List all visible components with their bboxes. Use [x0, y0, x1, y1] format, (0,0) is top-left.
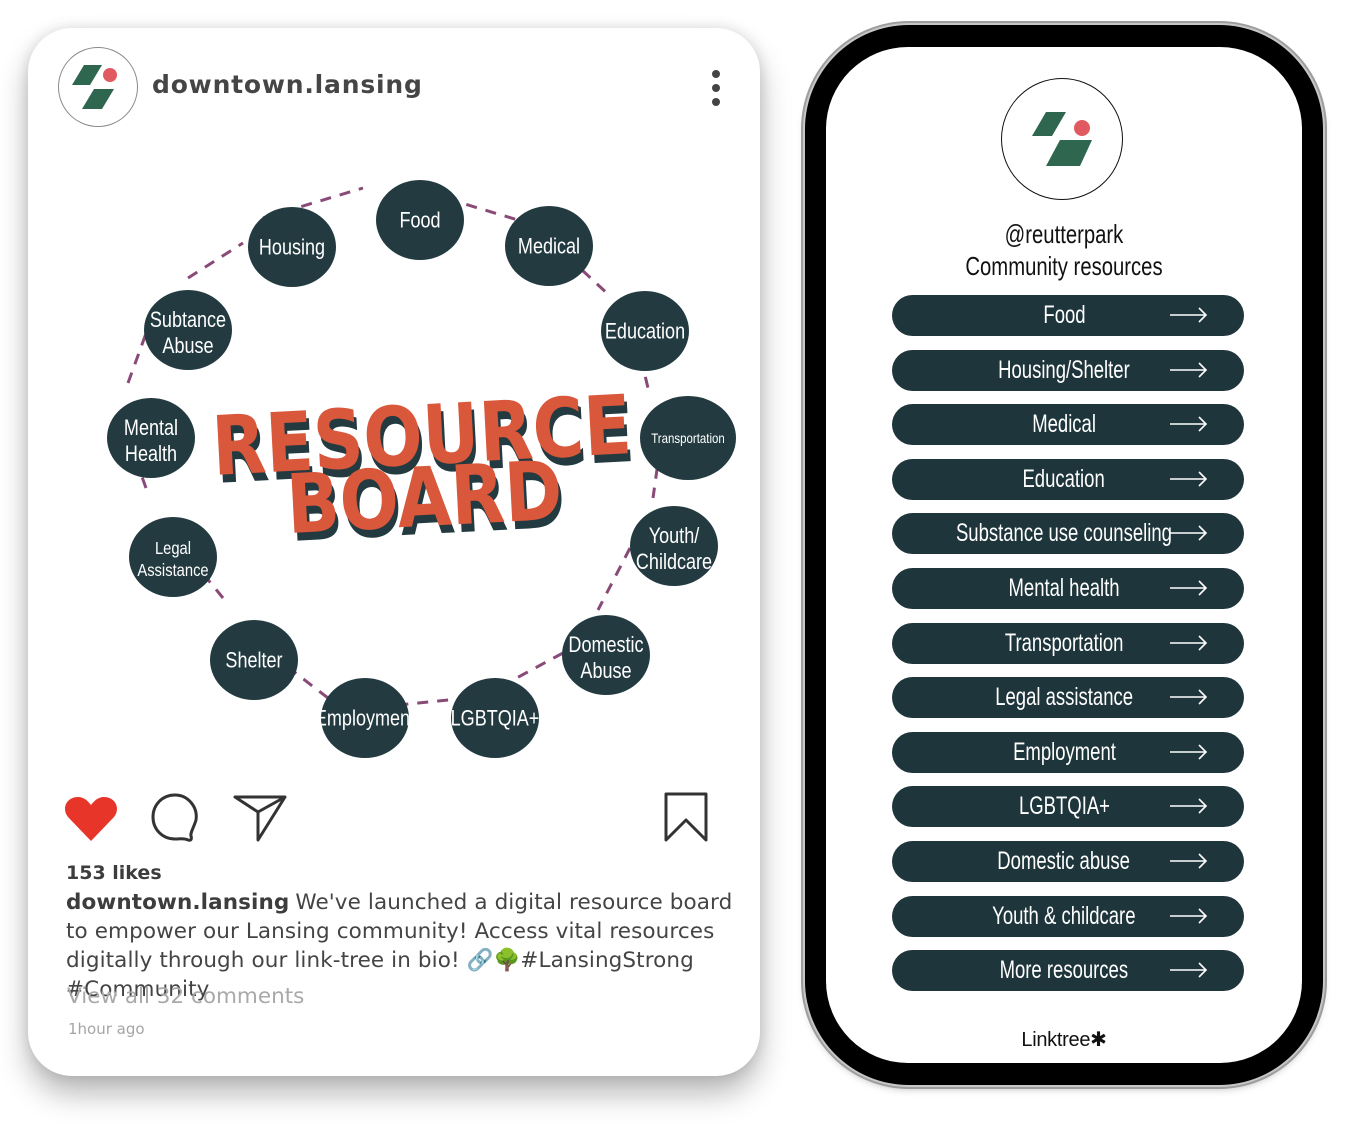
arrow-right-icon — [1170, 362, 1208, 378]
bubble-label: Housing — [259, 236, 325, 260]
linktree-button[interactable]: Mental health — [892, 567, 1244, 609]
arrow-right-icon — [1170, 416, 1208, 432]
bubble-label: Youth/ — [649, 524, 700, 548]
linktree-subtitle: Community resources — [965, 251, 1163, 281]
linktree-logo[interactable]: Linktree✱ — [826, 1027, 1302, 1052]
linktree-button[interactable]: Domestic abuse — [892, 840, 1244, 882]
resource-bubble: MentalHealth — [107, 398, 195, 478]
bubble-label: Subtance — [150, 308, 226, 332]
bubble-label: Assistance — [137, 561, 208, 581]
linktree-button[interactable]: Transportation — [892, 622, 1244, 664]
linktree-button[interactable]: Legal assistance — [892, 677, 1244, 719]
linktree-button[interactable]: Medical — [892, 404, 1244, 446]
view-comments-link[interactable]: View all 32 comments — [67, 984, 304, 1009]
bubble-label: Abuse — [580, 659, 631, 683]
arrow-right-icon — [1170, 689, 1208, 705]
bubble-label: Legal — [155, 539, 191, 559]
like-count: 153 likes — [66, 862, 162, 884]
linktree-button-label: Medical — [1032, 410, 1096, 439]
comment-bubble-icon[interactable] — [150, 792, 200, 844]
resource-bubble: SubtanceAbuse — [144, 290, 232, 370]
heart-filled-icon[interactable] — [64, 795, 118, 843]
title-line2: BOARD — [284, 442, 565, 552]
arrow-right-icon — [1170, 634, 1208, 651]
caption-username[interactable]: downtown.lansing — [66, 890, 289, 915]
bubble-label: Medical — [518, 235, 580, 259]
linktree-button-label: Food — [1042, 301, 1086, 329]
bubble-label: Education — [605, 320, 685, 344]
bookmark-icon[interactable] — [662, 790, 710, 844]
linktree-handle: @reutterpark — [1004, 219, 1124, 249]
bubble-label: Childcare — [636, 550, 712, 574]
arrow-right-icon — [1170, 744, 1208, 760]
linktree-button-label: Education — [1022, 464, 1106, 493]
arrow-right-icon — [1170, 580, 1208, 596]
bubble-label: Shelter — [225, 649, 282, 673]
linktree-button-label: Employment — [1012, 737, 1116, 766]
linktree-button[interactable]: More resources — [892, 950, 1244, 992]
resource-bubble: Education — [601, 291, 689, 371]
bubble-label: LGBTQIA+ — [451, 707, 540, 731]
bubble-label: Domestic — [568, 633, 643, 657]
linktree-button-label: Housing/Shelter — [998, 355, 1130, 384]
bubble-label: Transportation — [651, 430, 725, 446]
bubble-label: Food — [399, 209, 440, 233]
resource-bubble: Medical — [505, 206, 593, 286]
arrow-right-icon — [1170, 962, 1208, 978]
post-actions — [64, 790, 724, 846]
arrow-right-icon — [1170, 853, 1208, 869]
bubble-label: Mental — [124, 416, 178, 440]
linktree-button[interactable]: Youth & childcare — [892, 895, 1244, 937]
linktree-button-label: Mental health — [1008, 573, 1120, 602]
post-timestamp: 1hour ago — [68, 1020, 145, 1038]
arrow-right-icon — [1170, 307, 1208, 323]
resource-bubble: LGBTQIA+ — [451, 678, 540, 758]
linktree-button[interactable]: LGBTQIA+ — [892, 786, 1244, 828]
linktree-button-label: More resources — [999, 956, 1129, 985]
linktree-button[interactable]: Housing/Shelter — [892, 349, 1244, 391]
arrow-right-icon — [1170, 907, 1208, 924]
linktree-button-label: Domestic abuse — [997, 846, 1131, 875]
resource-bubble: Housing — [248, 207, 336, 287]
resource-bubble: Food — [376, 180, 464, 260]
linktree-screen: @reutterpark Community resources Food Hou… — [826, 47, 1302, 1063]
arrow-right-icon — [1170, 525, 1208, 541]
resource-bubble: Transportation — [640, 396, 736, 480]
resource-board-graphic: Food Medical Education Transportation Youth/… — [107, 180, 736, 758]
arrow-right-icon — [1170, 471, 1208, 487]
resource-bubble: Shelter — [210, 620, 298, 700]
paper-plane-icon[interactable] — [232, 794, 288, 842]
bubble-label: Employment — [315, 707, 416, 731]
linktree-button-label: LGBTQIA+ — [1018, 792, 1110, 821]
linktree-button-label: Legal assistance — [995, 683, 1133, 712]
linktree-button-label: Youth & childcare — [992, 901, 1136, 930]
resource-board-title: RESOURCE RESOURCE BOARD BOARD — [210, 377, 637, 561]
logo-icon — [1032, 112, 1092, 166]
linktree-button-list: Food Housing/Shelter Medical Education Subst… — [892, 295, 1246, 1005]
resource-bubble: DomesticAbuse — [562, 615, 650, 695]
linktree-button[interactable]: Substance use counseling — [892, 513, 1244, 555]
linktree-avatar — [1001, 78, 1123, 200]
resource-bubble: LegalAssistance — [129, 517, 217, 597]
linktree-button[interactable]: Employment — [892, 731, 1244, 773]
resource-bubble: Employment — [315, 678, 416, 758]
linktree-button[interactable]: Education — [892, 458, 1244, 500]
linktree-button-label: Substance use counseling — [956, 519, 1172, 548]
instagram-post-card: downtown.lansing Food Medical Education Tra… — [28, 28, 760, 1076]
bubble-label: Abuse — [162, 334, 213, 358]
linktree-button[interactable]: Food — [892, 295, 1244, 336]
arrow-right-icon — [1170, 798, 1208, 814]
resource-bubble: Youth/Childcare — [630, 506, 718, 586]
bubble-label: Health — [125, 442, 177, 466]
phone-frame: @reutterpark Community resources Food Hou… — [805, 25, 1323, 1085]
linktree-button-label: Transportation — [1004, 628, 1124, 657]
